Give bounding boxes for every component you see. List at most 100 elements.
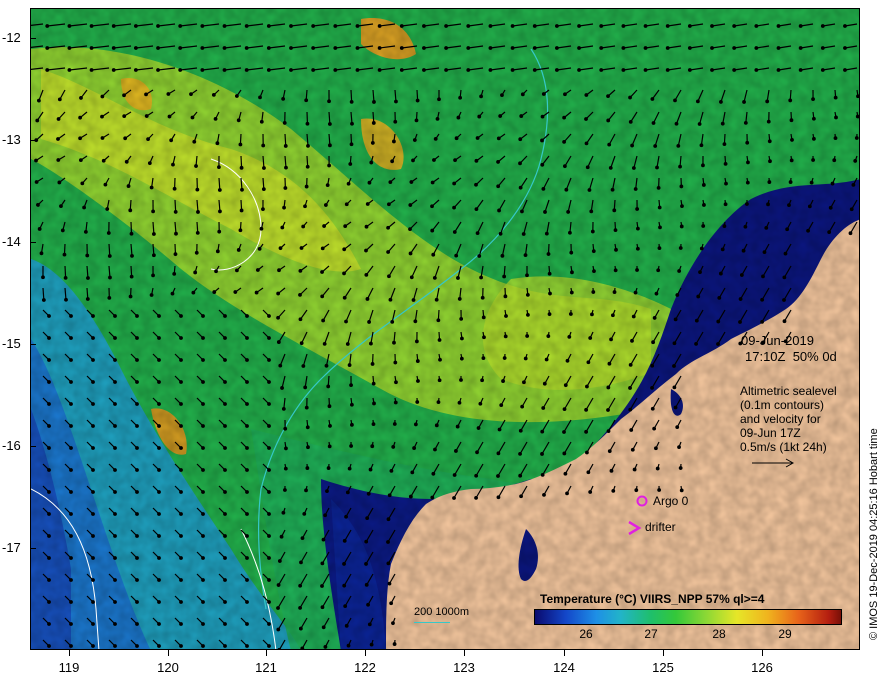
velocity-arrow-head [720,247,725,252]
velocity-arrow-head [300,646,305,649]
velocity-arrow-head [47,490,51,494]
velocity-arrow-head [370,444,375,449]
velocity-arrow-head [430,495,435,500]
velocity-arrow-head [56,137,60,141]
velocity-arrow-head [422,46,426,50]
y-tick-mark [30,140,36,141]
velocity-arrow-head [135,512,139,516]
velocity-arrow-head [111,46,116,50]
velocity-arrow-head [782,275,787,280]
velocity-arrow-head [411,298,416,302]
velocity-arrow-head [305,121,310,126]
velocity-arrow-head [215,249,220,254]
velocity-arrow-head [91,380,95,384]
velocity-arrow-head [69,600,73,604]
velocity-arrow-head [179,314,183,318]
velocity-arrow-head [103,182,108,187]
velocity-arrow-head [621,46,626,50]
velocity-arrow-head [128,294,133,299]
velocity-arrow-head [349,99,354,104]
velocity-arrow-head [262,166,266,170]
velocity-arrow-head [201,314,205,318]
velocity-arrow-head [245,644,249,648]
velocity-arrow-head [722,224,727,229]
velocity-arrow-head [236,248,241,252]
velocity-arrow-head [327,404,332,409]
velocity-arrow-head [540,162,545,167]
velocity-arrow-head [680,204,684,209]
velocity-arrow-head [591,249,596,254]
velocity-arrow-head [523,253,528,258]
velocity-arrow-head [544,231,549,236]
velocity-arrow-head [298,605,302,610]
velocity-arrow-head [717,296,722,300]
velocity-arrow-head [525,292,530,297]
velocity-arrow-head [179,578,183,582]
velocity-arrow-head [843,68,847,72]
velocity-arrow-head [245,358,249,362]
velocity-arrow-head [47,578,51,582]
velocity-arrow-head [223,424,227,428]
velocity-arrow-head [91,358,95,362]
velocity-arrow-head [85,253,90,258]
velocity-arrow-head [333,24,338,28]
velocity-arrow-head [564,187,569,192]
velocity-arrow-head [695,99,700,104]
velocity-arrow-head [166,92,171,96]
velocity-arrow-head [91,512,95,516]
velocity-arrow-head [64,297,68,302]
velocity-arrow-head [760,319,764,324]
velocity-arrow-head [69,622,73,626]
velocity-arrow-head [452,473,457,477]
velocity-arrow-head [782,319,787,324]
velocity-arrow-head [277,268,281,273]
velocity-arrow-head [367,180,372,185]
velocity-arrow-head [135,446,139,450]
velocity-arrow-head [612,208,617,213]
velocity-arrow-head [123,136,128,141]
velocity-arrow-head [267,314,271,318]
velocity-arrow-head [47,512,51,516]
velocity-arrow-head [47,644,51,648]
velocity-arrow-head [172,186,177,191]
velocity-arrow-head [510,68,515,72]
velocity-arrow-head [544,357,549,362]
velocity-arrow-head [606,118,611,123]
velocity-arrow-head [502,356,507,360]
velocity-arrow-head [45,68,50,72]
x-tick: 125 [652,660,674,675]
velocity-arrow-head [653,144,658,148]
x-tick-mark [168,650,169,656]
velocity-arrow-head [497,208,501,213]
sst-map[interactable] [30,8,860,650]
velocity-arrow-head [510,24,515,28]
velocity-arrow-head [610,313,615,318]
velocity-arrow-head [434,423,439,428]
velocity-arrow-head [78,158,83,163]
velocity-arrow-head [327,99,331,104]
velocity-arrow-head [696,294,701,299]
y-tick: -14 [2,234,21,249]
velocity-arrow-head [555,68,559,72]
velocity-arrow-head [766,119,771,124]
velocity-arrow-head [584,141,589,146]
velocity-arrow-head [393,360,398,365]
velocity-arrow-head [298,583,303,588]
velocity-arrow-head [349,402,354,407]
velocity-arrow-head [436,318,441,323]
velocity-arrow-head [179,490,183,494]
velocity-arrow-head [674,121,679,126]
velocity-arrow-head [422,24,426,28]
velocity-arrow-head [301,224,306,229]
velocity-arrow-head [540,429,545,434]
velocity-arrow-head [476,426,481,430]
velocity-arrow-head [69,446,73,450]
velocity-arrow-head [372,401,376,406]
velocity-arrow-head [540,138,544,143]
velocity-arrow-head [518,185,523,190]
velocity-arrow-head [438,357,442,362]
velocity-arrow-head [191,290,196,295]
velocity-arrow-head [394,99,398,104]
velocity-arrow-head [344,202,349,207]
velocity-arrow-head [267,534,271,538]
